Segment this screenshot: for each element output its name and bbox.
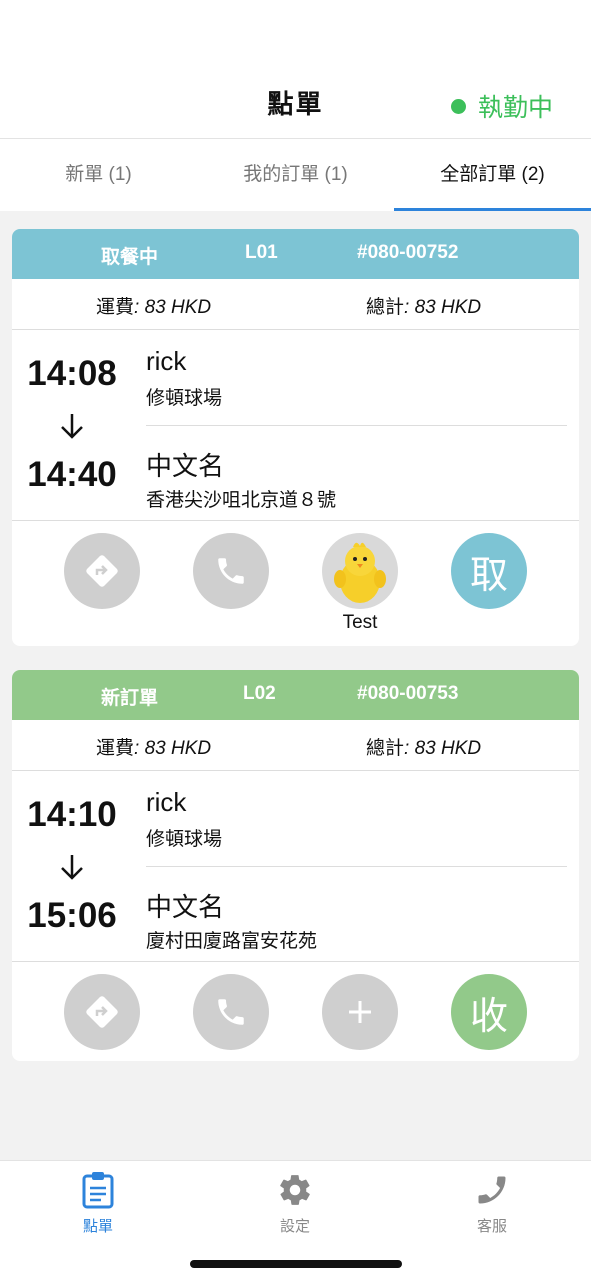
order-actions: Test 取 [12,521,579,646]
delivery-fee: 運費: 83 HKD [96,297,212,318]
order-card[interactable]: 取餐中 L01 #080-00752 運費: 83 HKD 總計: 83 HKD… [12,229,579,646]
nav-item-support[interactable]: 客服 [432,1171,552,1236]
order-number: #080-00752 [357,242,459,263]
phone-icon [218,999,244,1025]
order-route: 14:08 14:40 rick 修頓球場 中文名 香港尖沙咀北京道８號 [12,330,579,521]
nav-item-orders[interactable]: 點單 [38,1171,158,1236]
call-button[interactable] [193,533,269,609]
app-header: 點單 執勤中 [0,0,591,139]
pickup-time: 14:10 [27,795,117,834]
accept-action-button[interactable]: 收 [451,974,527,1050]
pickup-name: rick [146,346,187,376]
route-divider [146,425,567,426]
order-code: L02 [243,683,276,704]
dropoff-time: 14:40 [27,455,117,494]
pickup-address: 修頓球場 [146,388,223,409]
order-actions: 收 [12,962,579,1061]
duty-status-label: 執勤中 [477,94,553,122]
tab-all-orders[interactable]: 全部訂單 (2) [394,139,591,211]
dropoff-address: 廈村田廈路富安花苑 [146,931,318,952]
tab-my-orders[interactable]: 我的訂單 (1) [197,139,394,211]
phone-icon [218,558,244,584]
dropoff-address: 香港尖沙咀北京道８號 [146,490,337,511]
dropoff-time: 15:06 [27,896,117,935]
nav-item-settings[interactable]: 設定 [235,1171,355,1236]
nav-item-label: 客服 [476,1218,507,1235]
chick-avatar-icon [334,542,386,603]
order-total: 總計: 83 HKD [366,738,482,759]
order-route: 14:10 15:06 rick 修頓球場 中文名 廈村田廈路富安花苑 [12,771,579,962]
order-card[interactable]: 新訂單 L02 #080-00753 運費: 83 HKD 總計: 83 HKD… [12,670,579,1061]
dropoff-name: 中文名 [146,892,225,922]
pickup-action-button[interactable]: 取 [451,533,527,609]
pickup-name: rick [146,787,187,817]
order-card-header: 取餐中 L01 #080-00752 [12,229,579,279]
phone-icon [478,1176,506,1204]
order-number: #080-00753 [357,683,459,704]
plus-icon [349,1001,371,1023]
nav-item-label: 設定 [279,1218,310,1235]
order-status: 取餐中 [101,247,159,268]
home-indicator[interactable] [190,1260,402,1268]
courier-avatar[interactable] [322,533,398,609]
tab-new-orders[interactable]: 新單 (1) [0,139,197,211]
delivery-fee: 運費: 83 HKD [96,738,212,759]
order-tabs: 新單 (1) 我的訂單 (1) 全部訂單 (2) [0,139,591,211]
arrow-down-icon [61,855,83,880]
order-total: 總計: 83 HKD [366,297,482,318]
directions-icon [86,555,118,587]
pickup-address: 修頓球場 [146,829,223,850]
navigate-button[interactable] [64,974,140,1050]
directions-icon [86,996,118,1028]
duty-status[interactable]: 執勤中 [450,88,553,124]
nav-item-label: 點單 [82,1218,113,1235]
fee-row: 運費: 83 HKD 總計: 83 HKD [12,720,579,771]
call-button[interactable] [193,974,269,1050]
order-card-header: 新訂單 L02 #080-00753 [12,670,579,720]
route-divider [146,866,567,867]
courier-name: Test [342,612,378,633]
clipboard-icon [82,1172,114,1209]
dropoff-name: 中文名 [146,451,225,481]
order-status: 新訂單 [101,688,159,709]
gear-icon [280,1175,310,1205]
pickup-time: 14:08 [27,354,117,393]
fee-row: 運費: 83 HKD 總計: 83 HKD [12,279,579,330]
status-dot-icon [450,98,466,114]
arrow-down-icon [61,414,83,439]
navigate-button[interactable] [64,533,140,609]
order-code: L01 [245,242,278,263]
assign-courier-button[interactable] [322,974,398,1050]
